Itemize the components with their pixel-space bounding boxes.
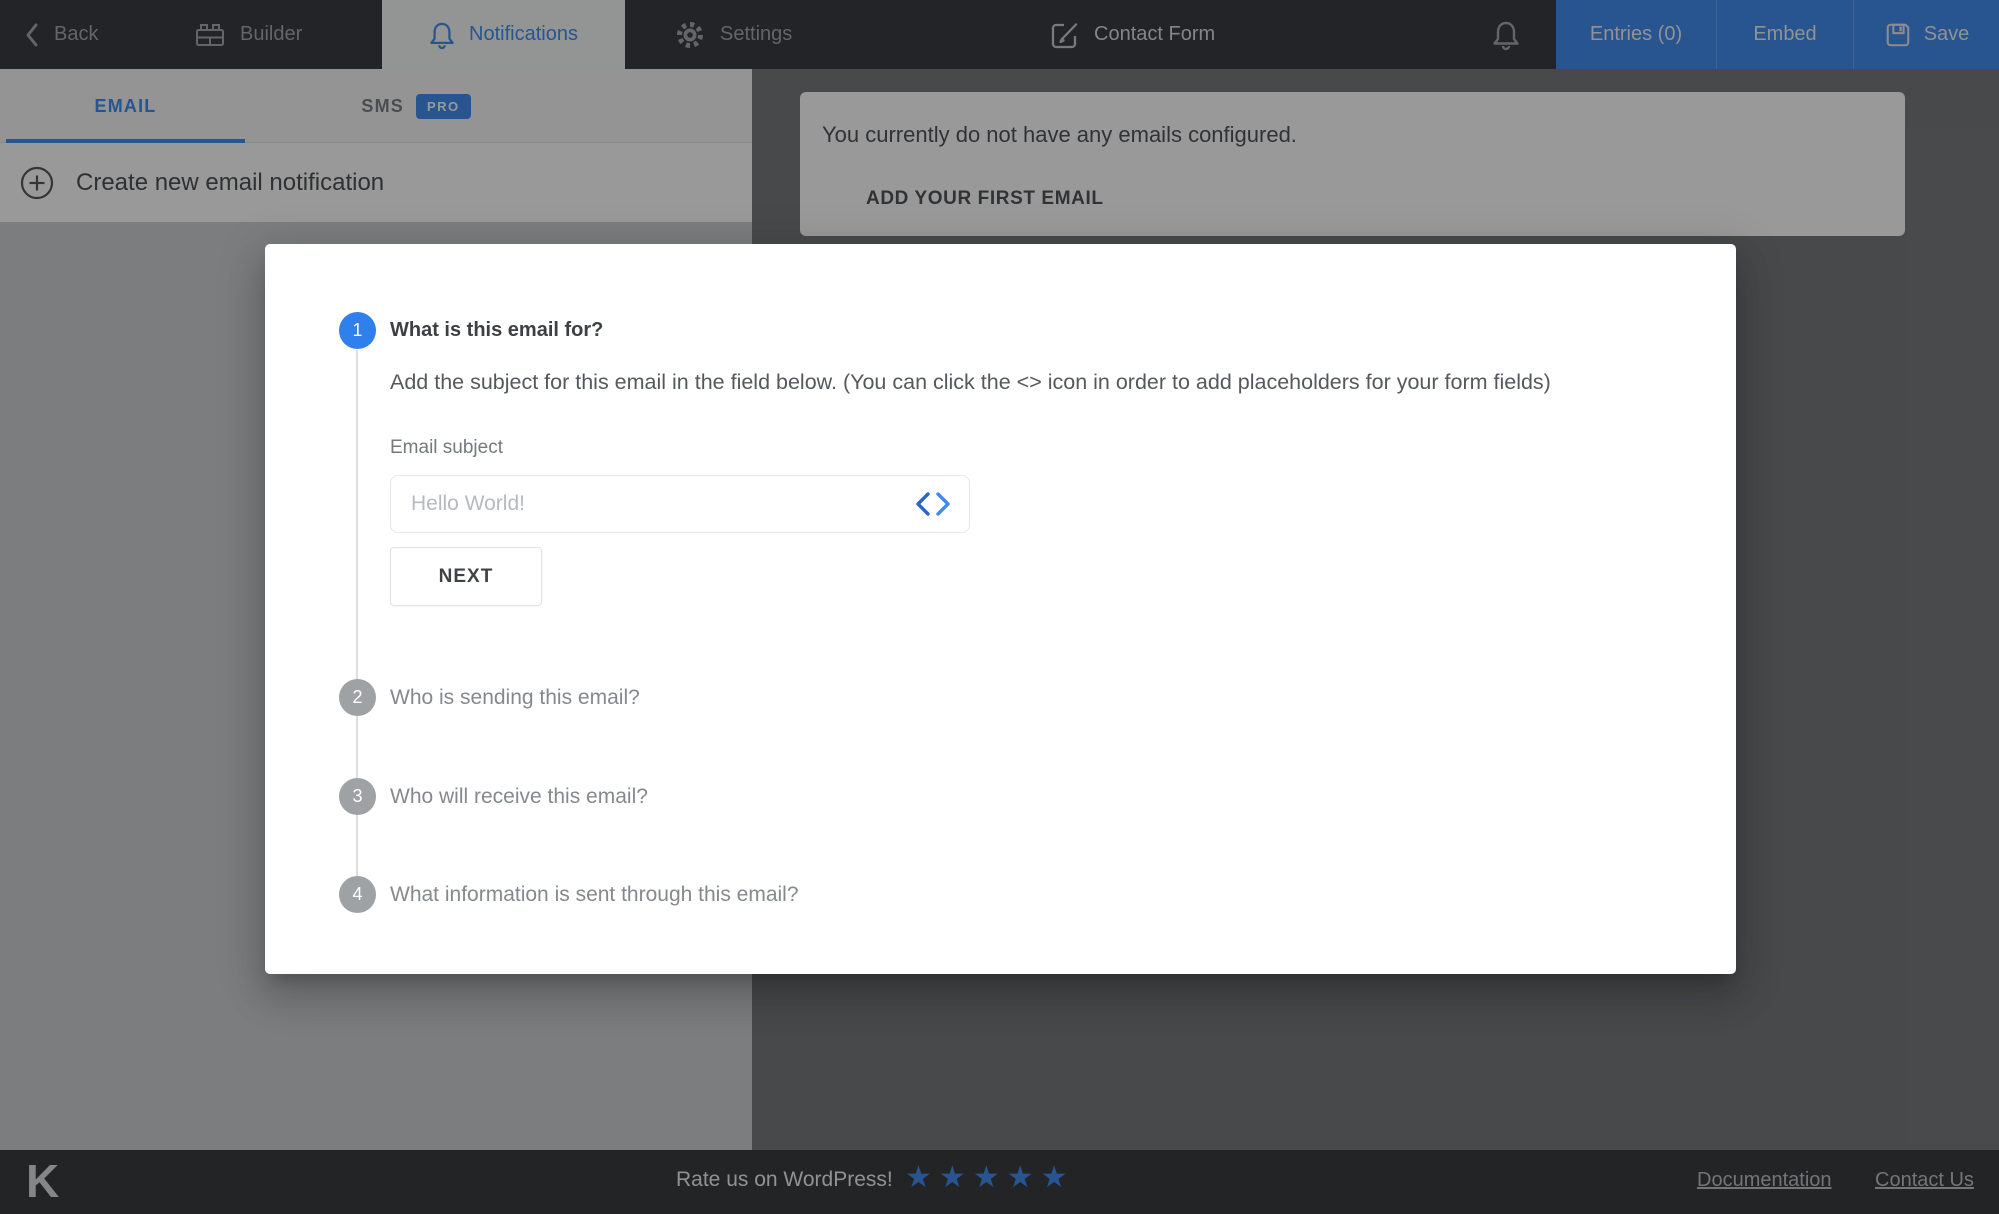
email-subject-field-wrap xyxy=(390,475,970,533)
email-wizard-dialog: 1 What is this email for? Add the subjec… xyxy=(265,244,1736,974)
email-subject-label: Email subject xyxy=(390,437,503,459)
email-subject-input[interactable] xyxy=(411,476,891,531)
step-1-indicator: 1 xyxy=(339,312,376,349)
next-step-button[interactable]: NEXT xyxy=(390,547,542,606)
step-3-indicator[interactable]: 3 xyxy=(339,778,376,815)
step-1-title: What is this email for? xyxy=(390,319,603,342)
step-2-indicator[interactable]: 2 xyxy=(339,679,376,716)
step-1-description: Add the subject for this email in the fi… xyxy=(390,364,1670,400)
step-2-title[interactable]: Who is sending this email? xyxy=(390,686,640,710)
step-4-title[interactable]: What information is sent through this em… xyxy=(390,883,799,907)
app-screen: Back Builder Notification xyxy=(0,0,1999,1214)
insert-placeholder-code-icon[interactable] xyxy=(913,490,955,518)
step-4-indicator[interactable]: 4 xyxy=(339,876,376,913)
step-3-title[interactable]: Who will receive this email? xyxy=(390,785,648,809)
